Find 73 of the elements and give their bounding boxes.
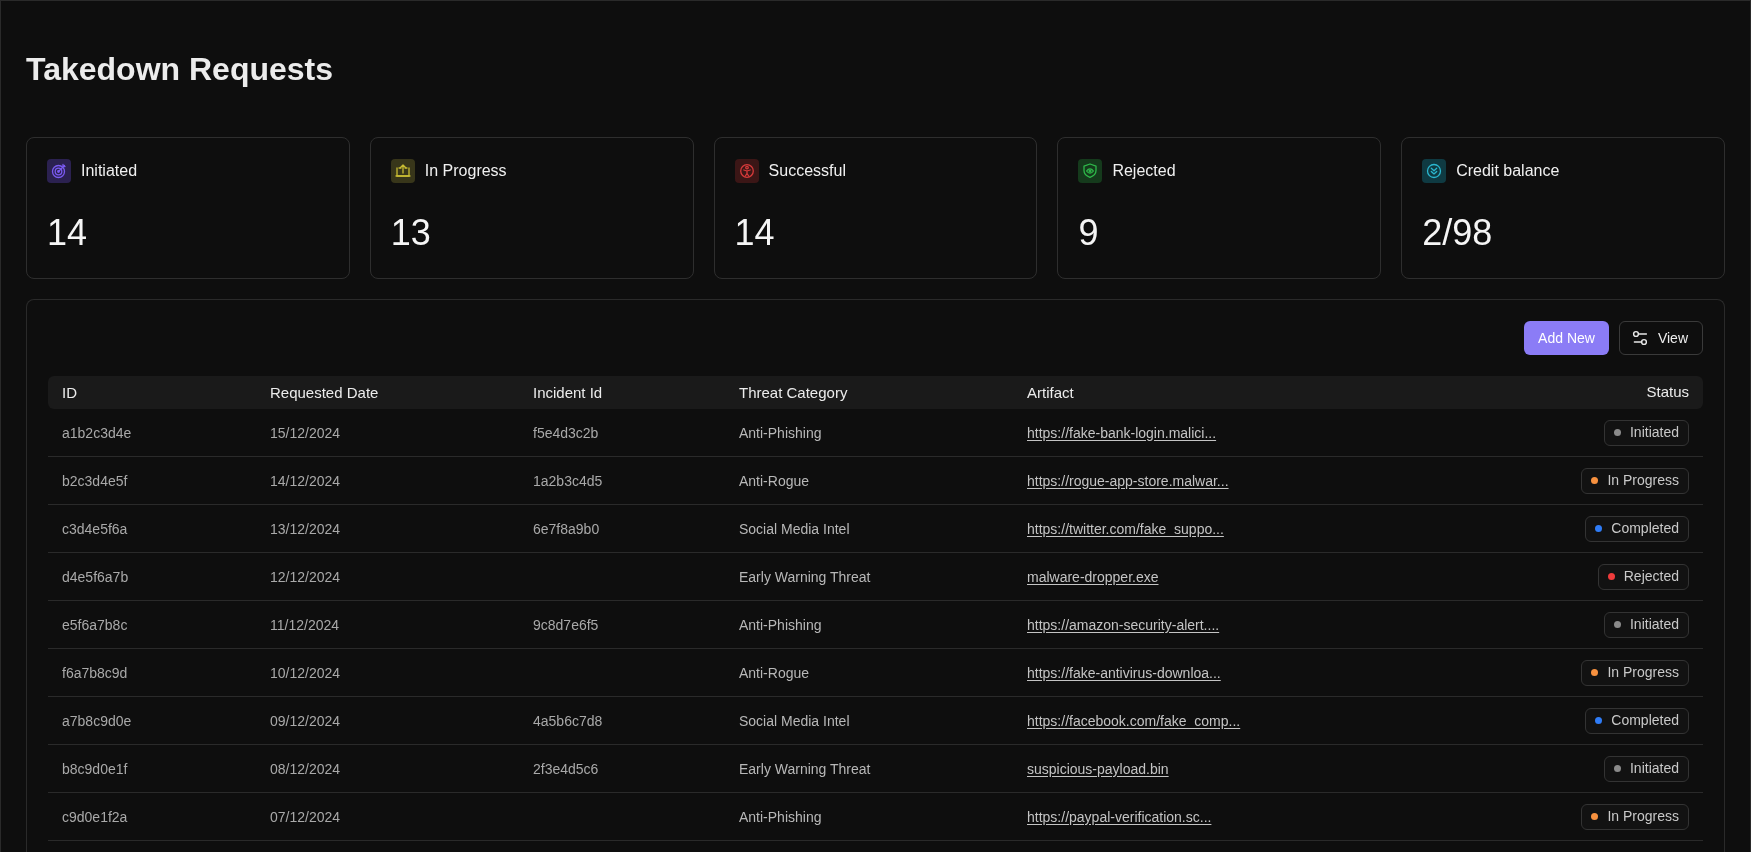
- status-label: Completed: [1611, 711, 1679, 730]
- table-cell: Anti-Phishing: [739, 808, 822, 825]
- page-title: Takedown Requests: [26, 50, 334, 88]
- stat-value: 14: [47, 213, 88, 253]
- status-label: Initiated: [1629, 759, 1679, 778]
- target-icon: [47, 159, 71, 183]
- table-cell: Social Media Intel: [739, 712, 850, 729]
- table-cell: 07/12/2024: [270, 808, 341, 825]
- shield-eye-icon: [1078, 159, 1103, 183]
- column-header: Status: [1646, 382, 1689, 403]
- status-label: Initiated: [1629, 615, 1679, 634]
- artifact-link[interactable]: https://paypal-verification.sc...: [1027, 808, 1212, 825]
- table-cell: 2f3e4d5c6: [533, 760, 599, 777]
- table-cell: 6e7f8a9b0: [533, 520, 600, 537]
- table-cell: Anti-Phishing: [739, 424, 822, 441]
- table-cell: d4e5f6a7b: [62, 568, 129, 585]
- table-cell: 14/12/2024: [270, 472, 341, 489]
- table-cell: 13/12/2024: [270, 520, 341, 537]
- table-cell: 4a5b6c7d8: [533, 712, 603, 729]
- table-cell: 12/12/2024: [270, 568, 341, 585]
- table-cell: 11/12/2024: [270, 616, 340, 633]
- stat-label: Initiated: [81, 161, 138, 181]
- stat-value: 13: [390, 213, 431, 253]
- table-cell: a7b8c9d0e: [62, 712, 132, 729]
- tray-arrow-up-icon: [390, 159, 415, 183]
- artifact-link[interactable]: https://facebook.com/fake_comp...: [1027, 712, 1241, 729]
- artifact-link[interactable]: https://amazon-security-alert....: [1027, 616, 1220, 633]
- table-cell: f6a7b8c9d: [62, 664, 128, 681]
- artifact-link[interactable]: https://fake-antivirus-downloa...: [1027, 664, 1221, 681]
- view-button[interactable]: View: [1618, 321, 1703, 355]
- status-label: In Progress: [1607, 663, 1679, 682]
- column-header: Requested Date: [270, 383, 379, 401]
- sliders-icon: [1631, 330, 1648, 346]
- status-label: In Progress: [1607, 471, 1679, 490]
- table-cell: Anti-Phishing: [739, 616, 822, 633]
- status-label: Completed: [1611, 519, 1679, 538]
- column-header: Incident Id: [533, 383, 603, 401]
- table-cell: 15/12/2024: [270, 424, 341, 441]
- table-cell: a1b2c3d4e: [62, 424, 132, 441]
- artifact-link[interactable]: malware-dropper.exe: [1027, 568, 1159, 585]
- stat-value: 14: [734, 213, 775, 253]
- table-cell: c3d4e5f6a: [62, 520, 128, 537]
- artifact-link[interactable]: https://twitter.com/fake_suppo...: [1027, 520, 1224, 537]
- status-label: In Progress: [1607, 807, 1679, 826]
- stat-label: Credit balance: [1456, 161, 1560, 181]
- artifact-link[interactable]: suspicious-payload.bin: [1027, 760, 1169, 777]
- table-cell: 10/12/2024: [270, 664, 341, 681]
- status-label: Rejected: [1623, 567, 1679, 586]
- table-cell: Anti-Rogue: [739, 664, 810, 681]
- column-header: Artifact: [1027, 383, 1074, 401]
- table-cell: 1a2b3c4d5: [533, 472, 603, 489]
- table-cell: 09/12/2024: [270, 712, 341, 729]
- table-cell: b2c3d4e5f: [62, 472, 128, 489]
- stat-label: Successful: [768, 161, 846, 181]
- table-cell: e5f6a7b8c: [62, 616, 128, 633]
- status-label: Initiated: [1629, 423, 1679, 442]
- stat-label: Rejected: [1112, 161, 1176, 181]
- stat-value: 9: [1078, 213, 1099, 253]
- artifact-link[interactable]: https://rogue-app-store.malwar...: [1027, 472, 1229, 489]
- column-header: Threat Category: [739, 383, 848, 401]
- table-cell: c9d0e1f2a: [62, 808, 128, 825]
- column-header: ID: [62, 383, 77, 401]
- table-cell: Early Warning Threat: [739, 760, 871, 777]
- stat-value: 2/98: [1422, 213, 1493, 253]
- table-cell: Anti-Rogue: [739, 472, 810, 489]
- table-cell: 08/12/2024: [270, 760, 341, 777]
- stat-label: In Progress: [424, 161, 507, 181]
- table-cell: f5e4d3c2b: [533, 424, 599, 441]
- table-cell: 9c8d7e6f5: [533, 616, 599, 633]
- table-cell: Early Warning Threat: [739, 568, 871, 585]
- artifact-link[interactable]: https://fake-bank-login.malici...: [1027, 424, 1217, 441]
- table-cell: Social Media Intel: [739, 520, 850, 537]
- table-cell: b8c9d0e1f: [62, 760, 128, 777]
